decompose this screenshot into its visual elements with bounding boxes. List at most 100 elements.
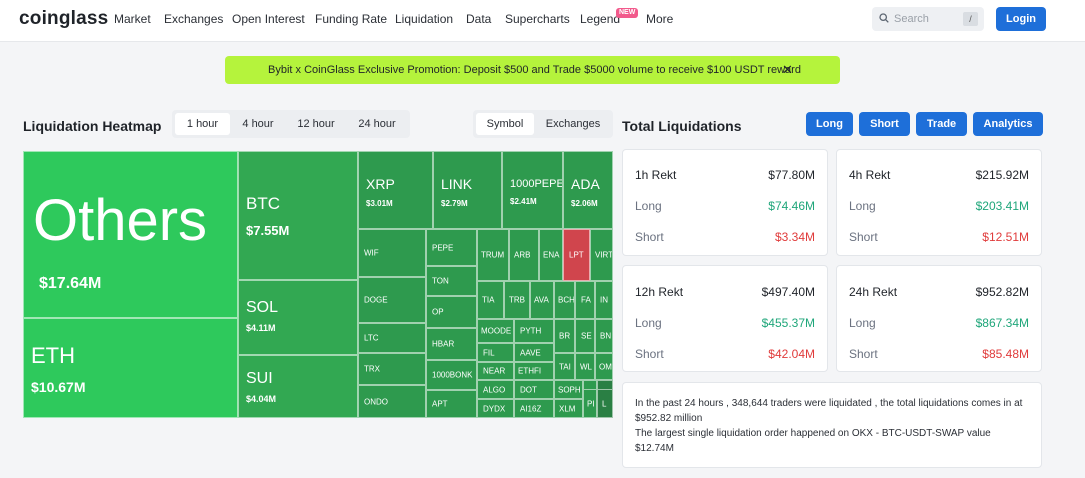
heatmap-tile-small[interactable]: OP [426, 296, 477, 328]
tile-symbol: SOL [246, 299, 279, 316]
heatmap-tile-small[interactable]: PI [583, 389, 597, 418]
heatmap-tile-small[interactable]: TIA [477, 281, 504, 319]
view-tabs: Symbol Exchanges [473, 110, 613, 138]
tab-exchanges[interactable]: Exchanges [536, 113, 610, 135]
heatmap-tile-small[interactable]: L [597, 389, 613, 418]
heatmap-tile-small[interactable]: MOODE [477, 319, 514, 343]
promo-text[interactable]: Bybit x CoinGlass Exclusive Promotion: D… [268, 64, 801, 76]
heatmap-tile-small[interactable]: LTC [358, 323, 426, 353]
heatmap-tile-small[interactable]: BR [554, 319, 575, 353]
tab-symbol[interactable]: Symbol [476, 113, 534, 135]
long-button[interactable]: Long [806, 112, 853, 136]
heatmap-tile-small[interactable]: TRB [504, 281, 530, 319]
tile-symbol: DYDX [483, 404, 506, 413]
card-short-label: Short [635, 230, 664, 244]
heatmap-tile-small[interactable]: 1000BONK [426, 360, 477, 390]
rekt-card-24h: 24h Rekt $952.82M Long $867.34M Short $85.4… [836, 265, 1042, 372]
search-icon [879, 13, 889, 23]
heatmap-tile-small[interactable]: TRUM [477, 229, 509, 281]
heatmap-tile-small[interactable]: SOPH [554, 380, 583, 399]
liquidation-heatmap: Others $17.64M ETH $10.67M BTC $7.55M SO… [23, 151, 613, 418]
tab-24-hour[interactable]: 24 hour [348, 113, 406, 135]
tile-symbol: WL [580, 362, 592, 371]
heatmap-tile-small[interactable]: ARB [509, 229, 539, 281]
nav-more[interactable]: More [646, 12, 673, 26]
analytics-button[interactable]: Analytics [973, 112, 1043, 136]
heatmap-tile-small[interactable]: OM [595, 353, 613, 380]
heatmap-tile-small[interactable]: BN [595, 319, 613, 353]
heatmap-tile-small[interactable]: ALGO [477, 380, 514, 399]
nav-exchanges[interactable]: Exchanges [164, 12, 223, 26]
tile-value: $10.67M [31, 379, 86, 395]
heatmap-tile-small[interactable]: NEAR [477, 362, 514, 380]
tab-12-hour[interactable]: 12 hour [288, 113, 344, 135]
heatmap-tile-small[interactable]: HBAR [426, 328, 477, 360]
heatmap-tile-small[interactable]: LPT [563, 229, 590, 281]
heatmap-tile-small[interactable]: DOT [514, 380, 554, 399]
card-long-value: $74.46M [768, 199, 815, 213]
heatmap-tile-small[interactable]: ETHFI [514, 362, 554, 380]
heatmap-tile-sui[interactable]: SUI $4.04M [238, 355, 358, 418]
heatmap-tile-small[interactable]: FIL [477, 343, 514, 362]
tab-4-hour[interactable]: 4 hour [232, 113, 284, 135]
heatmap-tile-small[interactable]: AVA [530, 281, 554, 319]
heatmap-tile-small[interactable]: IN [595, 281, 613, 319]
heatmap-tile-small[interactable]: SE [575, 319, 595, 353]
tile-symbol: TRUM [481, 250, 505, 260]
card-short-label: Short [635, 347, 664, 361]
heatmap-tile-small[interactable]: VIRT [590, 229, 613, 281]
tile-symbol: AI16Z [520, 404, 542, 413]
nav-market[interactable]: Market [114, 12, 151, 26]
coinglass-logo[interactable]: coinglass [19, 8, 108, 30]
heatmap-tile-small[interactable]: PYTH [514, 319, 554, 343]
tile-symbol: TIA [482, 295, 495, 305]
tile-symbol: AVA [534, 295, 549, 305]
tile-symbol: DOT [520, 385, 537, 394]
heatmap-tile-small[interactable]: TRX [358, 353, 426, 385]
heatmap-tile-btc[interactable]: BTC $7.55M [238, 151, 358, 280]
tile-symbol: 1000PEPE [510, 178, 563, 190]
heatmap-tile-small[interactable]: DYDX [477, 399, 514, 418]
heatmap-tile-small[interactable]: XLM [554, 399, 583, 418]
nav-open-interest[interactable]: Open Interest [232, 12, 305, 26]
heatmap-tile-small[interactable]: DOGE [358, 277, 426, 323]
promo-banner[interactable]: Bybit x CoinGlass Exclusive Promotion: D… [225, 56, 840, 84]
heatmap-tile-small[interactable]: WIF [358, 229, 426, 277]
heatmap-tile-small[interactable]: TAI [554, 353, 575, 380]
heatmap-tile-small[interactable]: BCH [554, 281, 575, 319]
nav-funding-rate[interactable]: Funding Rate [315, 12, 387, 26]
heatmap-tile-small[interactable]: ONDO [358, 385, 426, 418]
nav-data[interactable]: Data [466, 12, 491, 26]
short-button[interactable]: Short [859, 112, 910, 136]
search-input[interactable] [894, 11, 958, 27]
heatmap-tile-sol[interactable]: SOL $4.11M [238, 280, 358, 355]
card-period: 24h Rekt [849, 285, 898, 299]
nav-supercharts[interactable]: Supercharts [505, 12, 570, 26]
tile-symbol: Others [33, 188, 208, 253]
trade-button[interactable]: Trade [916, 112, 967, 136]
time-range-tabs: 1 hour 4 hour 12 hour 24 hour [172, 110, 410, 138]
heatmap-tile-small[interactable]: AI16Z [514, 399, 554, 418]
heatmap-tile-others[interactable]: Others $17.64M [23, 151, 238, 318]
nav-liquidation[interactable]: Liquidation [395, 12, 453, 26]
heatmap-tile-xrp[interactable]: XRP $3.01M [358, 151, 433, 229]
heatmap-tile-small[interactable]: WL [575, 353, 595, 380]
heatmap-tile-small[interactable]: FA [575, 281, 595, 319]
summary-line-largest-order: The largest single liquidation order hap… [635, 428, 991, 454]
heatmap-tile-small[interactable]: TON [426, 266, 477, 296]
nav-legend[interactable]: Legend [580, 12, 620, 26]
close-icon[interactable]: ✕ [782, 62, 793, 78]
tile-value: $7.55M [246, 223, 290, 238]
tile-symbol: ONDO [364, 397, 388, 406]
heatmap-tile-small[interactable]: AAVE [514, 343, 554, 362]
heatmap-tile-1000pepe[interactable]: 1000PEPE $2.41M [502, 151, 563, 229]
tab-1-hour[interactable]: 1 hour [175, 113, 230, 135]
heatmap-tile-small[interactable]: APT [426, 390, 477, 418]
heatmap-tile-small[interactable]: PEPE [426, 229, 477, 266]
heatmap-tile-link[interactable]: LINK $2.79M [433, 151, 502, 229]
heatmap-tile-small[interactable]: ENA [539, 229, 563, 281]
login-button[interactable]: Login [996, 7, 1046, 31]
heatmap-tile-ada[interactable]: ADA $2.06M [563, 151, 613, 229]
search-box[interactable]: / [872, 7, 984, 31]
heatmap-tile-eth[interactable]: ETH $10.67M [23, 318, 238, 418]
